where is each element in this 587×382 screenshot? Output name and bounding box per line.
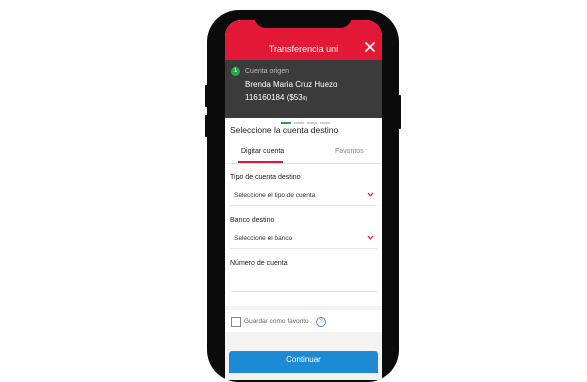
account-type-label: Tipo de cuenta destino bbox=[230, 174, 301, 181]
account-number-label: Número de cuenta bbox=[230, 260, 288, 267]
chevron-down-icon bbox=[367, 235, 374, 240]
chevron-down-icon bbox=[367, 192, 374, 197]
step-badge: 1 bbox=[231, 67, 240, 76]
origin-label: Cuenta origen bbox=[245, 68, 289, 75]
continue-button[interactable]: Continuar bbox=[229, 351, 378, 373]
tab-digitar-cuenta[interactable]: Digitar cuenta bbox=[241, 148, 284, 155]
close-icon[interactable] bbox=[365, 42, 375, 52]
bank-select[interactable]: Seleccione el banco bbox=[230, 230, 377, 249]
bank-label: Banco destino bbox=[230, 217, 275, 224]
account-type-select[interactable]: Seleccione el tipo de cuenta bbox=[230, 187, 377, 206]
app-screen: Transferencia uni 1 Cuenta origen Brenda… bbox=[225, 20, 382, 380]
phone-side-button bbox=[398, 95, 401, 129]
progress-step bbox=[320, 122, 330, 124]
info-icon[interactable]: ? bbox=[316, 317, 326, 327]
progress-step bbox=[294, 122, 304, 124]
favorite-label: Guardar como favorito bbox=[244, 318, 309, 325]
section-title: Seleccione la cuenta destino bbox=[230, 125, 339, 135]
tab-favoritos[interactable]: Favoritos bbox=[335, 148, 364, 155]
bank-value: Seleccione el banco bbox=[234, 235, 293, 242]
phone-notch bbox=[254, 10, 352, 28]
account-number-input[interactable] bbox=[230, 273, 377, 292]
origin-account-panel: 1 Cuenta origen Brenda Maria Cruz Huezo … bbox=[225, 60, 382, 118]
phone-side-button bbox=[205, 85, 208, 107]
origin-account-number: 116160184 ($53¢) bbox=[245, 93, 307, 102]
header-title: Transferencia uni bbox=[268, 44, 339, 54]
currency-symbol: ¢) bbox=[302, 96, 308, 102]
progress-step bbox=[281, 122, 291, 124]
phone-side-button bbox=[205, 115, 208, 137]
account-balance: ($53 bbox=[286, 93, 303, 102]
account-number: 116160184 bbox=[245, 93, 285, 102]
active-tab-indicator bbox=[238, 161, 283, 163]
origin-holder-name: Brenda Maria Cruz Huezo bbox=[245, 80, 338, 89]
account-type-value: Seleccione el tipo de cuenta bbox=[234, 192, 316, 199]
progress-step bbox=[307, 122, 317, 124]
tab-divider bbox=[225, 163, 382, 164]
favorite-checkbox[interactable] bbox=[231, 317, 241, 327]
